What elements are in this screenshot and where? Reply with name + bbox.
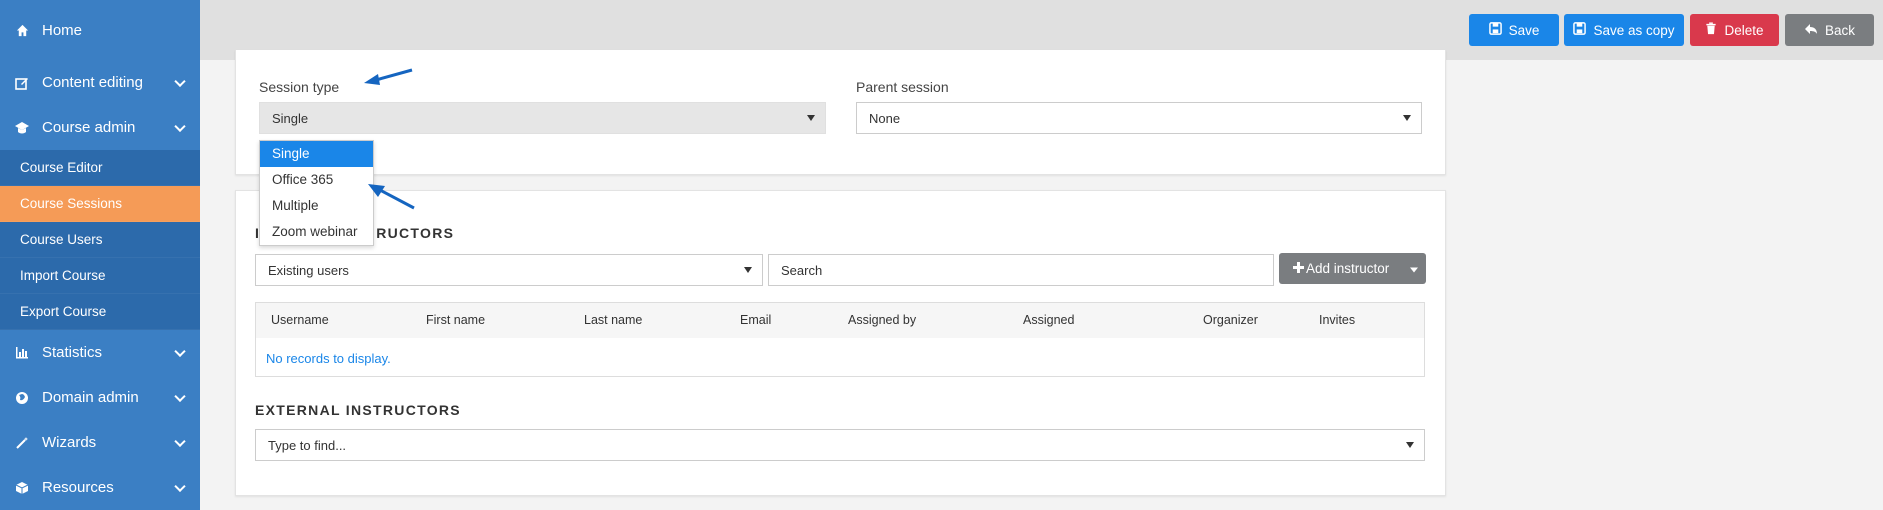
column-organizer[interactable]: Organizer [1203,303,1258,338]
trash-icon [1705,22,1717,38]
annotation-arrow-icon [368,184,415,210]
external-instructors-select[interactable]: Type to find... [255,429,1425,461]
sidebar-item-course-editor[interactable]: Course Editor [0,150,200,186]
external-instructors-title: EXTERNAL INSTRUCTORS [255,402,461,418]
sidebar-item-home[interactable]: Home [0,0,200,60]
home-icon [14,22,30,38]
column-assigned[interactable]: Assigned [1023,303,1074,338]
sidebar-item-resources[interactable]: Resources [0,465,200,510]
save-label: Save [1508,22,1540,38]
session-type-select[interactable]: Single [259,102,826,134]
save-as-copy-button[interactable]: Save as copy [1564,14,1684,46]
globe-icon [14,390,30,406]
save-as-copy-label: Save as copy [1593,22,1675,38]
sidebar-item-course-users[interactable]: Course Users [0,222,200,258]
existing-users-value: Existing users [268,262,349,278]
option-zoom-webinar[interactable]: Zoom webinar [260,219,373,245]
sidebar-item-course-sessions[interactable]: Course Sessions [0,186,200,222]
caret-down-icon [1410,267,1418,272]
column-first-name[interactable]: First name [426,303,485,338]
cube-icon [14,480,30,496]
delete-label: Delete [1724,22,1764,38]
caret-down-icon [744,267,752,273]
table-header: Username First name Last name Email Assi… [256,303,1424,338]
chevron-down-icon [174,345,186,357]
course-admin-submenu: Course Editor Course Sessions Course Use… [0,150,200,330]
session-type-value: Single [272,110,309,126]
instructor-search-input[interactable]: Search [768,254,1274,286]
back-label: Back [1824,22,1855,38]
sidebar-item-content-editing[interactable]: Content editing [0,60,200,105]
plus-icon [1293,261,1304,276]
instructors-table: Username First name Last name Email Assi… [255,302,1425,377]
chevron-down-icon [174,75,186,87]
column-email[interactable]: Email [740,303,771,338]
column-username[interactable]: Username [271,303,329,338]
session-type-dropdown: Single Office 365 Multiple Zoom webinar [259,140,374,246]
sidebar-item-import-course[interactable]: Import Course [0,258,200,294]
parent-session-select[interactable]: None [856,102,1422,134]
add-instructor-button[interactable]: Add instructor [1279,253,1426,284]
floppy-disk-icon [1573,22,1587,38]
back-arrow-icon [1804,23,1818,38]
option-office-365[interactable]: Office 365 [260,167,373,193]
chevron-down-icon [174,120,186,132]
sidebar-item-course-admin[interactable]: Course admin [0,105,200,150]
option-single[interactable]: Single [260,141,373,167]
sidebar-item-label: Home [42,21,83,39]
sidebar-item-label: Wizards [42,434,97,451]
chevron-down-icon [174,480,186,492]
caret-down-icon [1403,115,1411,121]
sidebar-item-label: Domain admin [42,389,139,406]
add-instructor-label: Add instructor [1306,261,1390,276]
annotation-arrow-icon [364,68,413,85]
chevron-down-icon [174,390,186,402]
sidebar-item-label: Content editing [42,74,143,91]
sidebar-item-export-course[interactable]: Export Course [0,294,200,330]
title-suffix: RUCTORS [376,225,455,241]
search-value: Search [781,262,823,278]
sidebar-item-label: Statistics [42,344,103,361]
option-multiple[interactable]: Multiple [260,193,373,219]
sidebar-item-label: Resources [42,479,114,496]
edit-icon [14,75,30,91]
floppy-disk-icon [1488,22,1502,38]
caret-down-icon [1406,442,1414,448]
sidebar-item-wizards[interactable]: Wizards [0,420,200,465]
graduation-cap-icon [14,120,30,136]
column-invites[interactable]: Invites [1319,303,1355,338]
parent-session-value: None [869,110,901,126]
chevron-down-icon [174,435,186,447]
delete-button[interactable]: Delete [1690,14,1779,46]
sidebar-item-label: Course admin [42,119,136,136]
sidebar-item-domain-admin[interactable]: Domain admin [0,375,200,420]
session-type-label: Session type [259,79,340,95]
caret-down-icon [807,115,815,121]
no-records-message: No records to display. [266,351,391,366]
column-last-name[interactable]: Last name [584,303,642,338]
sidebar: Home Content editing Course admin Course… [0,0,200,510]
parent-session-label: Parent session [856,79,949,95]
existing-users-select[interactable]: Existing users [255,254,763,286]
save-button[interactable]: Save [1469,14,1559,46]
find-placeholder: Type to find... [268,437,347,453]
bar-chart-icon [14,345,30,361]
magic-wand-icon [14,435,30,451]
column-assigned-by[interactable]: Assigned by [848,303,916,338]
sidebar-item-statistics[interactable]: Statistics [0,330,200,375]
back-button[interactable]: Back [1785,14,1874,46]
